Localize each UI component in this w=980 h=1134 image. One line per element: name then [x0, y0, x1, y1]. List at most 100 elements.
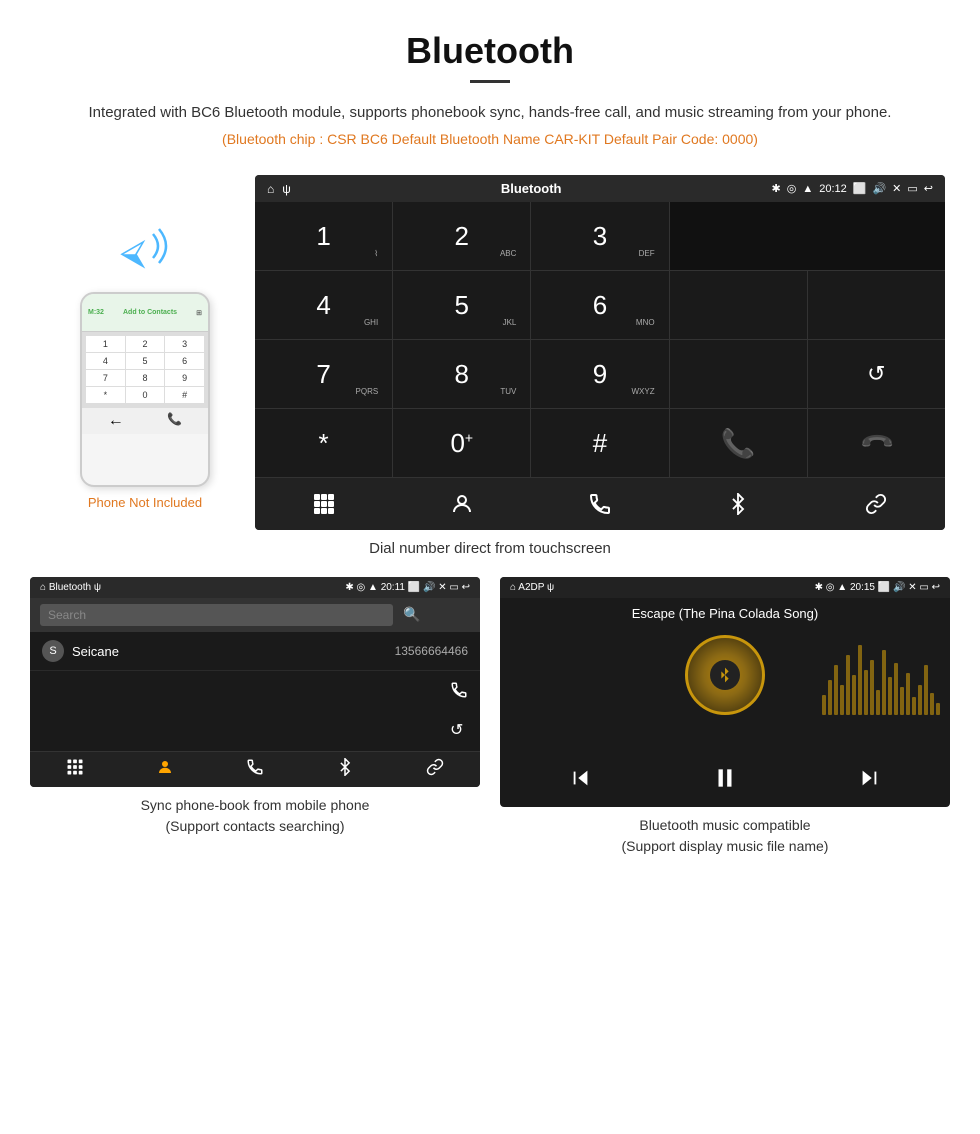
- dial-end-button[interactable]: 📞: [808, 409, 945, 477]
- svg-text:⮘: ⮘: [120, 231, 146, 272]
- dial-keypad[interactable]: 1 ⌇ 2 ABC 3 DEF 4 GHI 5 JKL: [255, 202, 945, 477]
- phone-key-6: 6: [165, 353, 204, 369]
- home-icon: ⌂: [267, 182, 274, 196]
- music-caption: Bluetooth music compatible (Support disp…: [622, 815, 829, 857]
- phone-key-4: 4: [86, 353, 125, 369]
- music-song-title: Escape (The Pina Colada Song): [500, 598, 950, 625]
- dial-key-8[interactable]: 8 TUV: [393, 340, 530, 408]
- dial-empty-r3c4: [670, 340, 807, 408]
- dial-key-9[interactable]: 9 WXYZ: [531, 340, 668, 408]
- contact-row[interactable]: S Seicane 13566664466: [30, 632, 480, 671]
- status-right: ✱ ◎ ▲ 20:12 ⬜ 🔊 ✕ ▭ ↩: [772, 182, 934, 195]
- dial-key-1[interactable]: 1 ⌇: [255, 202, 392, 270]
- phone-key-7: 7: [86, 370, 125, 386]
- music-time: 20:15: [850, 582, 875, 593]
- usb-icon: ψ: [282, 182, 291, 196]
- toolbar-keypad-icon[interactable]: [255, 486, 393, 522]
- phone-key-8: 8: [126, 370, 165, 386]
- phone-key-star: *: [86, 387, 125, 403]
- music-status-left: ⌂ A2DP ψ: [510, 582, 554, 593]
- music-controls[interactable]: [500, 755, 950, 807]
- phone-key-5: 5: [126, 353, 165, 369]
- dial-display: [670, 202, 945, 270]
- contact-number: 13566664466: [395, 644, 468, 658]
- phone-call-icon: 📞: [167, 412, 182, 430]
- dial-redial-button[interactable]: ↺: [808, 340, 945, 408]
- contact-name: Seicane: [72, 644, 395, 659]
- music-app-title: A2DP ψ: [518, 582, 554, 593]
- music-art-area: [500, 625, 950, 725]
- music-status-bar: ⌂ A2DP ψ ✱ ◎ ▲ 20:15 ⬜ 🔊 ✕ ▭ ↩: [500, 577, 950, 598]
- phone-device-image: M:32 Add to Contacts ⊞ 1 2 3 4 5 6 7 8 9…: [80, 292, 210, 487]
- page-title: Bluetooth: [60, 30, 920, 72]
- phone-key-0: 0: [126, 387, 165, 403]
- search-icon: 🔍: [403, 606, 420, 622]
- pb-status-right: ✱ ◎ ▲ 20:11 ⬜ 🔊 ✕ ▭ ↩: [345, 582, 470, 593]
- toolbar-contacts-icon[interactable]: [393, 486, 531, 522]
- pb-contacts-btn[interactable]: [156, 758, 174, 781]
- close-icon: ✕: [892, 182, 901, 195]
- dial-key-0[interactable]: 0+: [393, 409, 530, 477]
- camera-icon: ⬜: [853, 182, 867, 195]
- pb-phone-icon[interactable]: [450, 681, 468, 704]
- dial-key-hash[interactable]: #: [531, 409, 668, 477]
- stereo-status-bar: ⌂ ψ Bluetooth ✱ ◎ ▲ 20:12 ⬜ 🔊 ✕ ▭ ↩: [255, 175, 945, 202]
- pb-search-input[interactable]: Search: [40, 604, 393, 626]
- phone-not-included-label: Phone Not Included: [88, 495, 202, 510]
- music-caption-line2: (Support display music file name): [622, 838, 829, 854]
- stereo-dial-screen: ⌂ ψ Bluetooth ✱ ◎ ▲ 20:12 ⬜ 🔊 ✕ ▭ ↩ 1 ⌇: [255, 175, 945, 530]
- stereo-time: 20:12: [819, 183, 847, 195]
- phone-key-9: 9: [165, 370, 204, 386]
- call-end-icon: 📞: [858, 424, 896, 462]
- dial-empty-r2c5: [808, 271, 945, 339]
- signal-icon: ▲: [802, 183, 813, 195]
- dial-caption: Dial number direct from touchscreen: [0, 540, 980, 557]
- pb-keypad-btn[interactable]: [66, 758, 84, 781]
- pb-link-btn[interactable]: [426, 758, 444, 781]
- phone-back-icon: ←: [108, 412, 124, 430]
- pb-refresh-icon[interactable]: ↺: [450, 720, 468, 740]
- music-icons-right: ⬜ 🔊 ✕ ▭ ↩: [878, 582, 940, 593]
- dial-key-2[interactable]: 2 ABC: [393, 202, 530, 270]
- dial-key-3[interactable]: 3 DEF: [531, 202, 668, 270]
- pb-title: Bluetooth ψ: [49, 582, 101, 593]
- music-disc: [685, 635, 765, 715]
- toolbar-bluetooth-icon[interactable]: [669, 486, 807, 522]
- dial-key-star[interactable]: *: [255, 409, 392, 477]
- page-description: Integrated with BC6 Bluetooth module, su…: [60, 101, 920, 125]
- back-icon: ↩: [924, 182, 933, 195]
- window-icon: ▭: [907, 182, 917, 195]
- call-green-icon: 📞: [721, 427, 756, 460]
- music-screen: ⌂ A2DP ψ ✱ ◎ ▲ 20:15 ⬜ 🔊 ✕ ▭ ↩ Escape (T…: [500, 577, 950, 807]
- next-track-icon[interactable]: [858, 767, 880, 795]
- music-disc-inner: [710, 660, 740, 690]
- pb-call-btn[interactable]: [246, 758, 264, 781]
- bottom-screenshots-row: ⌂ Bluetooth ψ ✱ ◎ ▲ 20:11 ⬜ 🔊 ✕ ▭ ↩ Sear…: [0, 577, 980, 857]
- dial-key-6[interactable]: 6 MNO: [531, 271, 668, 339]
- dial-key-4[interactable]: 4 GHI: [255, 271, 392, 339]
- music-screenshot: ⌂ A2DP ψ ✱ ◎ ▲ 20:15 ⬜ 🔊 ✕ ▭ ↩ Escape (T…: [500, 577, 950, 857]
- phone-key-hash: #: [165, 387, 204, 403]
- dial-call-button[interactable]: 📞: [670, 409, 807, 477]
- music-caption-line1: Bluetooth music compatible: [639, 817, 810, 833]
- pb-status-bar: ⌂ Bluetooth ψ ✱ ◎ ▲ 20:11 ⬜ 🔊 ✕ ▭ ↩: [30, 577, 480, 598]
- play-pause-icon[interactable]: [712, 765, 738, 797]
- volume-icon: 🔊: [872, 182, 886, 195]
- location-icon: ◎: [787, 182, 797, 195]
- pb-bottom-toolbar: [30, 751, 480, 787]
- dial-key-5[interactable]: 5 JKL: [393, 271, 530, 339]
- home-icon-music: ⌂: [510, 582, 516, 593]
- home-icon-pb: ⌂: [40, 582, 46, 593]
- phone-key-2: 2: [126, 336, 165, 352]
- phonebook-caption-line1: Sync phone-book from mobile phone: [141, 797, 370, 813]
- prev-track-icon[interactable]: [570, 767, 592, 795]
- dial-empty-r2c4: [670, 271, 807, 339]
- pb-search-bar[interactable]: Search 🔍: [30, 598, 480, 632]
- dial-key-7[interactable]: 7 PQRS: [255, 340, 392, 408]
- pb-bluetooth-btn[interactable]: [336, 758, 354, 781]
- phone-bottom-bar: ← 📞: [82, 407, 208, 434]
- toolbar-phone-icon[interactable]: [531, 486, 669, 522]
- phonebook-caption: Sync phone-book from mobile phone (Suppo…: [141, 795, 370, 837]
- toolbar-link-icon[interactable]: [807, 486, 945, 522]
- contact-letter: S: [42, 640, 64, 662]
